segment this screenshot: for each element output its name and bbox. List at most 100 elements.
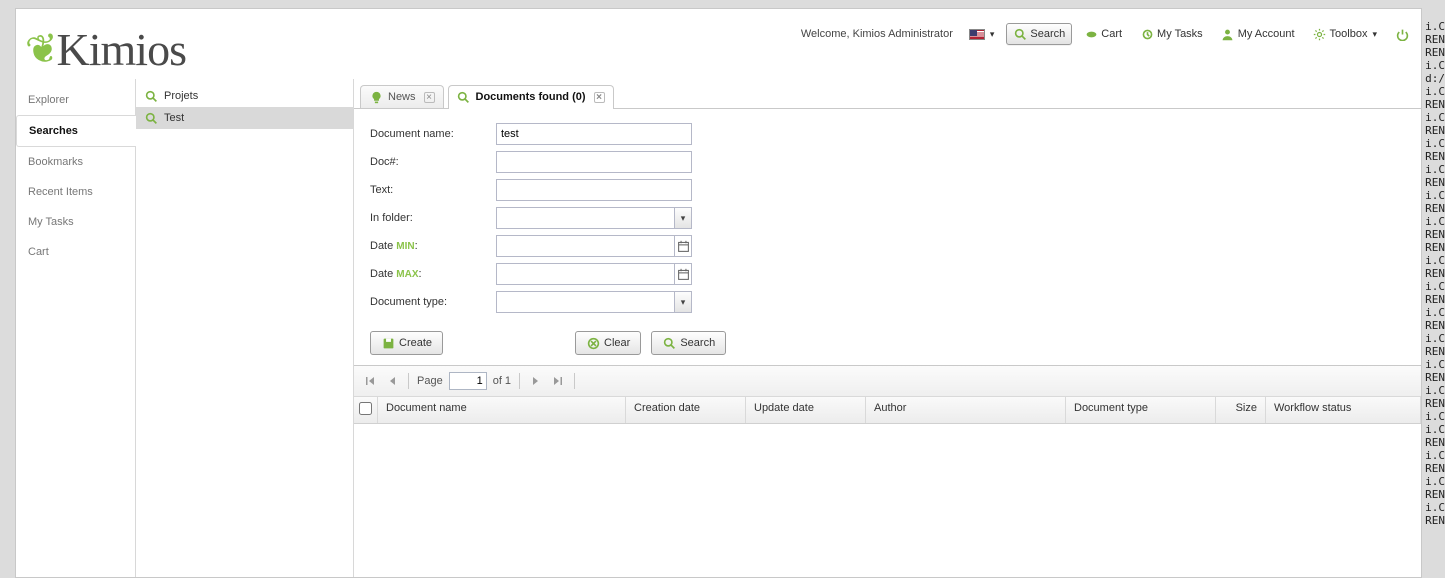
label-in-folder: In folder:: [370, 212, 496, 224]
search-label: Search: [680, 337, 715, 349]
search-icon: [144, 111, 158, 125]
search-item-test[interactable]: Test: [136, 107, 353, 129]
input-document-name[interactable]: [496, 123, 692, 145]
label-document-name: Document name:: [370, 128, 496, 140]
tab-documents-found[interactable]: Documents found (0) ×: [448, 85, 614, 109]
tab-news[interactable]: News ×: [360, 85, 444, 108]
header-toolbox-label: Toolbox: [1330, 28, 1368, 40]
separator: [519, 373, 520, 389]
bulb-icon: [369, 90, 383, 104]
search-submit-button[interactable]: Search: [651, 331, 726, 355]
cart-button[interactable]: Cart: [1078, 24, 1128, 44]
input-document-type[interactable]: [496, 291, 674, 313]
nav-explorer[interactable]: Explorer: [16, 85, 135, 115]
header-myaccount-label: My Account: [1238, 28, 1295, 40]
user-icon: [1221, 27, 1235, 41]
tab-label: Documents found (0): [476, 91, 586, 103]
background-log: i.C REN REN i.C d:/ i.C REN i.C REN i.C …: [1425, 20, 1445, 527]
clear-label: Clear: [604, 337, 630, 349]
separator: [574, 373, 575, 389]
search-form: Document name: Doc#: Text: In folder: ▾: [354, 109, 1421, 366]
chevron-down-icon: ▾: [1372, 29, 1377, 40]
label-doc-number: Doc#:: [370, 156, 496, 168]
header-search-label: Search: [1030, 28, 1065, 40]
col-workflow-status[interactable]: Workflow status: [1266, 397, 1421, 423]
label-date-max: Date MAX:: [370, 268, 496, 280]
cart-icon: [1084, 27, 1098, 41]
page-next-button[interactable]: [528, 373, 544, 389]
chevron-down-icon: ▾: [681, 297, 686, 308]
nav-cart[interactable]: Cart: [16, 237, 135, 267]
paging-toolbar: Page of 1: [354, 366, 1421, 397]
my-tasks-button[interactable]: My Tasks: [1134, 24, 1209, 44]
col-document-name[interactable]: Document name: [378, 397, 626, 423]
folder-dropdown-trigger[interactable]: ▾: [674, 207, 692, 229]
chevron-down-icon: ▾: [681, 213, 686, 224]
sidebar-nav: Explorer Searches Bookmarks Recent Items…: [16, 79, 136, 577]
clear-button[interactable]: Clear: [575, 331, 641, 355]
close-icon[interactable]: ×: [594, 92, 605, 103]
col-checkbox[interactable]: [354, 397, 378, 423]
page-first-button[interactable]: [362, 373, 378, 389]
header-cart-label: Cart: [1101, 28, 1122, 40]
search-icon: [144, 89, 158, 103]
calendar-icon: [676, 267, 690, 281]
nav-searches[interactable]: Searches: [16, 115, 136, 147]
label-text: Text:: [370, 184, 496, 196]
input-text[interactable]: [496, 179, 692, 201]
search-item-projets[interactable]: Projets: [136, 85, 353, 107]
search-button[interactable]: Search: [1006, 23, 1072, 45]
page-prev-button[interactable]: [384, 373, 400, 389]
search-icon: [1013, 27, 1027, 41]
col-size[interactable]: Size: [1216, 397, 1266, 423]
label-document-type: Document type:: [370, 296, 496, 308]
input-doc-number[interactable]: [496, 151, 692, 173]
power-icon: [1395, 27, 1409, 41]
col-document-type[interactable]: Document type: [1066, 397, 1216, 423]
input-date-min[interactable]: [496, 235, 674, 257]
page-of-label: of 1: [493, 375, 511, 387]
calendar-icon: [676, 239, 690, 253]
topbar: ❦ Kimios Welcome, Kimios Administrator ▾…: [16, 9, 1421, 79]
list-item-label: Projets: [164, 90, 198, 102]
logo: ❦ Kimios: [26, 23, 186, 76]
chevron-down-icon: ▾: [990, 29, 995, 40]
date-max-picker[interactable]: [674, 263, 692, 285]
app-window: ❦ Kimios Welcome, Kimios Administrator ▾…: [15, 8, 1422, 578]
search-list: Projets Test: [136, 79, 354, 577]
doctype-dropdown-trigger[interactable]: ▾: [674, 291, 692, 313]
clear-icon: [586, 336, 600, 350]
search-icon: [457, 90, 471, 104]
main-panel: News × Documents found (0) × Document na…: [354, 79, 1421, 577]
col-creation-date[interactable]: Creation date: [626, 397, 746, 423]
grid-body: [354, 424, 1421, 577]
close-icon[interactable]: ×: [424, 92, 435, 103]
nav-recent-items[interactable]: Recent Items: [16, 177, 135, 207]
tasks-icon: [1140, 27, 1154, 41]
welcome-text: Welcome, Kimios Administrator: [801, 28, 953, 40]
input-date-max[interactable]: [496, 263, 674, 285]
create-label: Create: [399, 337, 432, 349]
toolbox-button[interactable]: Toolbox ▾: [1307, 24, 1383, 44]
header-mytasks-label: My Tasks: [1157, 28, 1203, 40]
gear-icon: [1313, 27, 1327, 41]
input-in-folder[interactable]: [496, 207, 674, 229]
list-item-label: Test: [164, 112, 184, 124]
save-icon: [381, 336, 395, 350]
locale-selector[interactable]: ▾: [963, 26, 1001, 43]
logout-button[interactable]: [1389, 24, 1415, 44]
create-button[interactable]: Create: [370, 331, 443, 355]
page-last-button[interactable]: [550, 373, 566, 389]
tab-label: News: [388, 91, 416, 103]
header-links: Welcome, Kimios Administrator ▾ Search C…: [801, 23, 1415, 45]
my-account-button[interactable]: My Account: [1215, 24, 1301, 44]
col-author[interactable]: Author: [866, 397, 1066, 423]
nav-my-tasks[interactable]: My Tasks: [16, 207, 135, 237]
select-all-checkbox[interactable]: [359, 402, 372, 415]
nav-bookmarks[interactable]: Bookmarks: [16, 147, 135, 177]
grid-header: Document name Creation date Update date …: [354, 397, 1421, 424]
tab-strip: News × Documents found (0) ×: [354, 79, 1421, 109]
col-update-date[interactable]: Update date: [746, 397, 866, 423]
date-min-picker[interactable]: [674, 235, 692, 257]
page-input[interactable]: [449, 372, 487, 390]
